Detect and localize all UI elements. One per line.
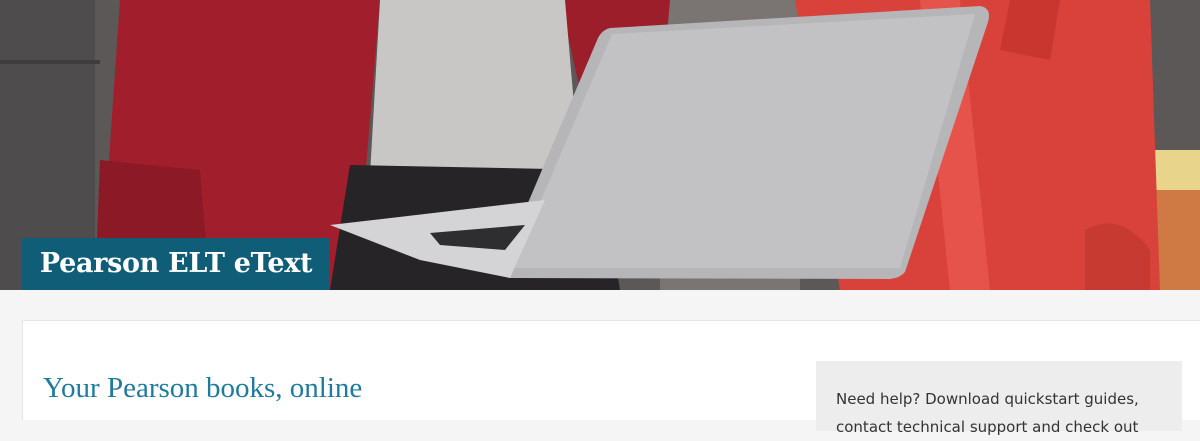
main-heading: Your Pearson books, online [43, 372, 363, 404]
help-text: Need help? Download quickstart guides, c… [836, 390, 1139, 436]
content-card: Your Pearson books, online Need help? Do… [22, 320, 1200, 436]
help-box: Need help? Download quickstart guides, c… [816, 361, 1182, 436]
hero-banner: Pearson ELT eText [0, 0, 1200, 290]
page-title-banner: Pearson ELT eText [22, 238, 330, 290]
